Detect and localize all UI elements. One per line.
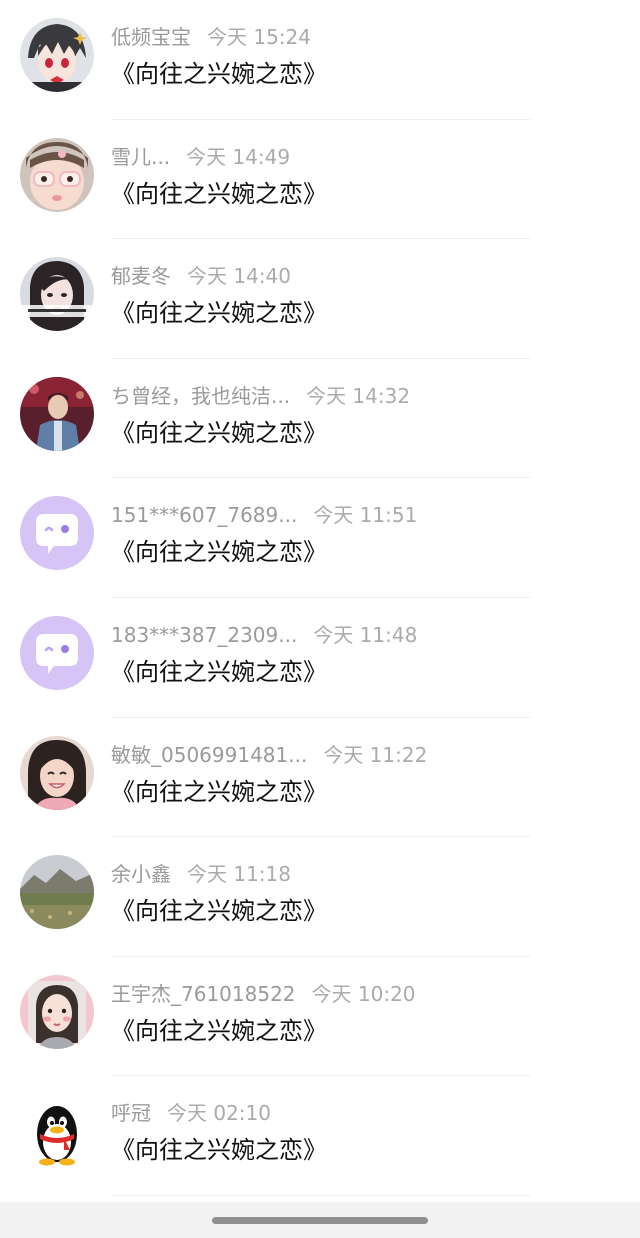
user-name[interactable]: 151***607_7689... (111, 503, 297, 527)
comment-text[interactable]: 《向往之兴婉之恋》 (111, 1014, 327, 1048)
list-item[interactable]: 151***607_7689... 今天 11:51 《向往之兴婉之恋》 (0, 478, 640, 598)
man-on-stage-avatar[interactable] (20, 376, 94, 451)
user-name[interactable]: ち曾经，我也纯洁... (111, 384, 290, 408)
comment-meta: 郁麦冬 今天 14:40 (111, 262, 291, 290)
user-name[interactable]: 雪儿... (111, 145, 170, 169)
child-with-glasses-avatar[interactable] (20, 137, 94, 212)
list-item[interactable]: 雪儿... 今天 14:49 《向往之兴婉之恋》 (0, 120, 640, 240)
comment-text[interactable]: 《向往之兴婉之恋》 (111, 57, 327, 91)
user-name[interactable]: 王宇杰_761018522 (111, 982, 296, 1006)
timestamp: 今天 15:24 (207, 25, 311, 49)
comment-text[interactable]: 《向往之兴婉之恋》 (111, 655, 327, 689)
default-chat-bubble-avatar[interactable] (20, 496, 94, 571)
timestamp: 今天 11:48 (313, 622, 418, 647)
list-item[interactable]: 呼冠 今天 02:10 《向往之兴婉之恋》 (0, 1076, 640, 1196)
divider (111, 1194, 530, 1196)
anime-boy-avatar[interactable] (20, 18, 94, 92)
list-item[interactable]: 低频宝宝 今天 15:24 《向往之兴婉之恋》 (0, 0, 640, 120)
comment-text[interactable]: 《向往之兴婉之恋》 (111, 296, 327, 330)
timestamp: 今天 14:40 (187, 264, 291, 289)
timestamp: 今天 11:51 (313, 503, 418, 528)
comment-meta: 雪儿... 今天 14:49 (111, 143, 290, 171)
comment-meta: 151***607_7689... 今天 11:51 (111, 501, 417, 529)
comment-meta: 低频宝宝 今天 15:24 (111, 23, 311, 51)
user-name[interactable]: 敏敏_0506991481... (111, 743, 307, 767)
timestamp: 今天 10:20 (311, 981, 416, 1006)
timestamp: 今天 11:22 (323, 742, 428, 767)
landscape-avatar[interactable] (20, 855, 94, 930)
comment-text[interactable]: 《向往之兴婉之恋》 (111, 416, 327, 450)
comment-meta: 王宇杰_761018522 今天 10:20 (111, 980, 416, 1008)
comment-text[interactable]: 《向往之兴婉之恋》 (111, 535, 327, 569)
comment-text[interactable]: 《向往之兴婉之恋》 (111, 894, 327, 928)
comment-list: 低频宝宝 今天 15:24 《向往之兴婉之恋》 雪儿... 今天 14:49 《向往… (0, 0, 640, 1196)
list-item[interactable]: 183***387_2309... 今天 11:48 《向往之兴婉之恋》 (0, 598, 640, 718)
default-chat-bubble-avatar[interactable] (20, 615, 94, 690)
list-item[interactable]: 敏敏_0506991481... 今天 11:22 《向往之兴婉之恋》 (0, 718, 640, 838)
home-indicator[interactable] (212, 1217, 428, 1224)
list-item[interactable]: 郁麦冬 今天 14:40 《向往之兴婉之恋》 (0, 239, 640, 359)
list-item[interactable]: 王宇杰_761018522 今天 10:20 《向往之兴婉之恋》 (0, 957, 640, 1077)
user-name[interactable]: 余小鑫 (111, 862, 171, 886)
list-item[interactable]: 余小鑫 今天 11:18 《向往之兴婉之恋》 (0, 837, 640, 957)
user-name[interactable]: 183***387_2309... (111, 623, 297, 647)
comment-meta: 183***387_2309... 今天 11:48 (111, 621, 417, 649)
user-name[interactable]: 郁麦冬 (111, 264, 171, 288)
comment-text[interactable]: 《向往之兴婉之恋》 (111, 775, 327, 809)
comment-meta: 敏敏_0506991481... 今天 11:22 (111, 741, 427, 769)
timestamp: 今天 02:10 (167, 1101, 271, 1126)
comment-text[interactable]: 《向往之兴婉之恋》 (111, 1133, 327, 1167)
penguin-avatar[interactable] (20, 1094, 94, 1169)
system-nav-bar (0, 1202, 640, 1238)
smiling-girl-avatar[interactable] (20, 735, 94, 810)
comment-meta: 余小鑫 今天 11:18 (111, 860, 291, 888)
timestamp: 今天 11:18 (187, 862, 291, 887)
user-name[interactable]: 低频宝宝 (111, 25, 191, 49)
timestamp: 今天 14:49 (186, 144, 291, 169)
user-name[interactable]: 呼冠 (111, 1101, 151, 1125)
list-item[interactable]: ち曾经，我也纯洁... 今天 14:32 《向往之兴婉之恋》 (0, 359, 640, 479)
timestamp: 今天 14:32 (306, 383, 411, 408)
girl-selfie-avatar[interactable] (20, 257, 94, 332)
comment-meta: 呼冠 今天 02:10 (111, 1099, 271, 1127)
comment-meta: ち曾经，我也纯洁... 今天 14:32 (111, 382, 410, 410)
comment-text[interactable]: 《向往之兴婉之恋》 (111, 177, 327, 211)
girl-pink-frame-avatar[interactable] (20, 974, 94, 1049)
